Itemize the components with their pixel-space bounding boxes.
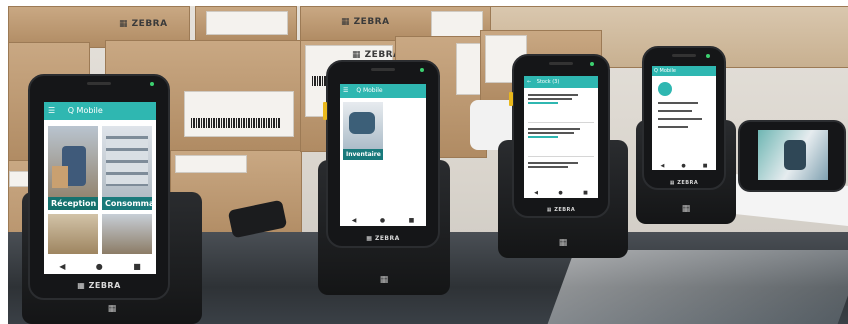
tile-inventaire-hand: [349, 112, 375, 134]
earpiece: [672, 54, 696, 57]
earpiece: [371, 68, 395, 71]
list-item-line: [528, 136, 558, 138]
tile-consommation-label: Consommation ➔: [102, 197, 152, 210]
status-led: [420, 68, 424, 72]
tile-reception[interactable]: Réception ➔: [48, 126, 98, 210]
nav-recent-icon[interactable]: ■: [703, 163, 708, 169]
phone-4-brand: ▦ ZEBRA: [669, 180, 699, 186]
phone-5-screen: [758, 130, 828, 180]
phone-4-nav-bar: ◀ ● ■: [652, 161, 716, 170]
phone-2: ☰ Q Mobile Inventaire ➔ ◀ ● ■ ▦ ZEBRA: [323, 60, 440, 248]
nav-home-icon[interactable]: ●: [96, 262, 103, 271]
status-led: [150, 82, 154, 86]
avatar: [658, 82, 672, 96]
list-item-line: [528, 94, 578, 96]
list-item-line: [658, 126, 688, 128]
box-label: [184, 91, 294, 137]
earpiece: [87, 82, 111, 85]
phone-1-app-title: Q Mobile: [67, 106, 103, 115]
list-item-line: [528, 102, 558, 104]
tile-consommation-shelves: [106, 136, 148, 186]
photo: ▦ ZEBRA ▦ ZEBRA ▦ ZEBRA ▦ ☰ Q Mobile Réc…: [0, 0, 848, 324]
tile-inventaire-label: Inventaire ➔: [343, 149, 383, 160]
phone-3-screen: ← Stock (3) ◀ ● ■: [524, 76, 598, 198]
scan-button[interactable]: [323, 102, 327, 120]
phone-4-app-bar: Q Mobile: [652, 66, 716, 76]
phone-1-app-bar: ☰ Q Mobile: [44, 102, 156, 120]
box-label: [175, 155, 247, 173]
scan-button[interactable]: [509, 92, 513, 106]
menu-icon[interactable]: ☰: [48, 106, 55, 115]
nav-recent-icon[interactable]: ■: [133, 262, 141, 271]
nav-back-icon[interactable]: ←: [527, 79, 531, 85]
tile-consommation[interactable]: Consommation ➔: [102, 126, 152, 210]
phone-1-nav-bar: ◀ ● ■: [44, 258, 156, 274]
zebra-logo-icon: ▦: [107, 304, 117, 314]
nav-home-icon[interactable]: ●: [558, 190, 562, 196]
tile-inventaire[interactable]: Inventaire ➔: [343, 102, 383, 160]
list-item-line: [528, 132, 574, 134]
status-led: [706, 54, 710, 58]
tile-warehouse[interactable]: [102, 214, 152, 254]
box-label: [206, 11, 288, 35]
list-item-line: [528, 98, 572, 100]
status-led: [590, 62, 594, 66]
phone-1: ☰ Q Mobile Réception ➔ Consommation ➔ ◀ …: [28, 74, 170, 300]
list-divider: [528, 156, 594, 157]
zebra-logo-icon: ▦ ZEBRA: [352, 50, 401, 60]
menu-icon[interactable]: ☰: [343, 87, 348, 94]
list-item-line: [658, 110, 692, 112]
list-item-line: [528, 128, 580, 130]
phone-4: Q Mobile ◀ ● ■ ▦ ZEBRA: [642, 46, 726, 190]
nav-back-icon[interactable]: ◀: [59, 262, 65, 271]
phone-4-app-title: Q Mobile: [654, 68, 676, 74]
nav-home-icon[interactable]: ●: [380, 217, 385, 224]
phone-3: ← Stock (3) ◀ ● ■ ▦ ZEBRA: [509, 54, 610, 218]
phone-3-app-title: Stock (3): [536, 79, 560, 85]
phone-2-app-bar: ☰ Q Mobile: [340, 84, 426, 98]
phone-5: [738, 120, 846, 192]
nav-home-icon[interactable]: ●: [681, 163, 685, 169]
zebra-logo-icon: ▦: [379, 275, 389, 285]
nav-back-icon[interactable]: ◀: [534, 190, 538, 196]
frame-left: [0, 0, 8, 324]
tile-reception-label: Réception ➔: [48, 197, 98, 210]
phone-1-brand: ▦ ZEBRA: [77, 281, 121, 290]
phone-3-nav-bar: ◀ ● ■: [524, 188, 598, 198]
list-item-line: [528, 166, 568, 168]
nav-recent-icon[interactable]: ■: [583, 190, 588, 196]
list-item-line: [658, 102, 698, 104]
glass-reflection: [545, 250, 848, 324]
zebra-logo-icon: ▦: [681, 204, 691, 214]
nav-back-icon[interactable]: ◀: [661, 163, 665, 169]
phone-5-photo: [784, 140, 806, 170]
list-item-line: [658, 118, 702, 120]
nav-recent-icon[interactable]: ■: [409, 217, 415, 224]
phone-2-nav-bar: ◀ ● ■: [340, 214, 426, 226]
earpiece: [549, 62, 573, 65]
zebra-logo-icon: ▦: [558, 238, 568, 248]
barcode: [191, 118, 281, 128]
phone-3-app-bar: ← Stock (3): [524, 76, 598, 88]
box-top-middle: [195, 6, 297, 42]
phone-2-brand: ▦ ZEBRA: [366, 235, 400, 242]
box-label: [431, 11, 483, 37]
phone-2-app-title: Q Mobile: [356, 87, 383, 94]
phone-4-screen: Q Mobile ◀ ● ■: [652, 66, 716, 170]
tile-storage[interactable]: [48, 214, 98, 254]
zebra-logo-icon: ▦ ZEBRA: [119, 19, 168, 29]
tile-reception-boxes: [52, 166, 68, 188]
list-item-line: [528, 162, 578, 164]
nav-back-icon[interactable]: ◀: [352, 217, 357, 224]
zebra-logo-icon: ▦ ZEBRA: [341, 17, 390, 27]
phone-1-screen: ☰ Q Mobile Réception ➔ Consommation ➔ ◀ …: [44, 102, 156, 274]
phone-2-screen: ☰ Q Mobile Inventaire ➔ ◀ ● ■: [340, 84, 426, 226]
list-divider: [528, 122, 594, 123]
phone-3-brand: ▦ ZEBRA: [546, 207, 576, 213]
